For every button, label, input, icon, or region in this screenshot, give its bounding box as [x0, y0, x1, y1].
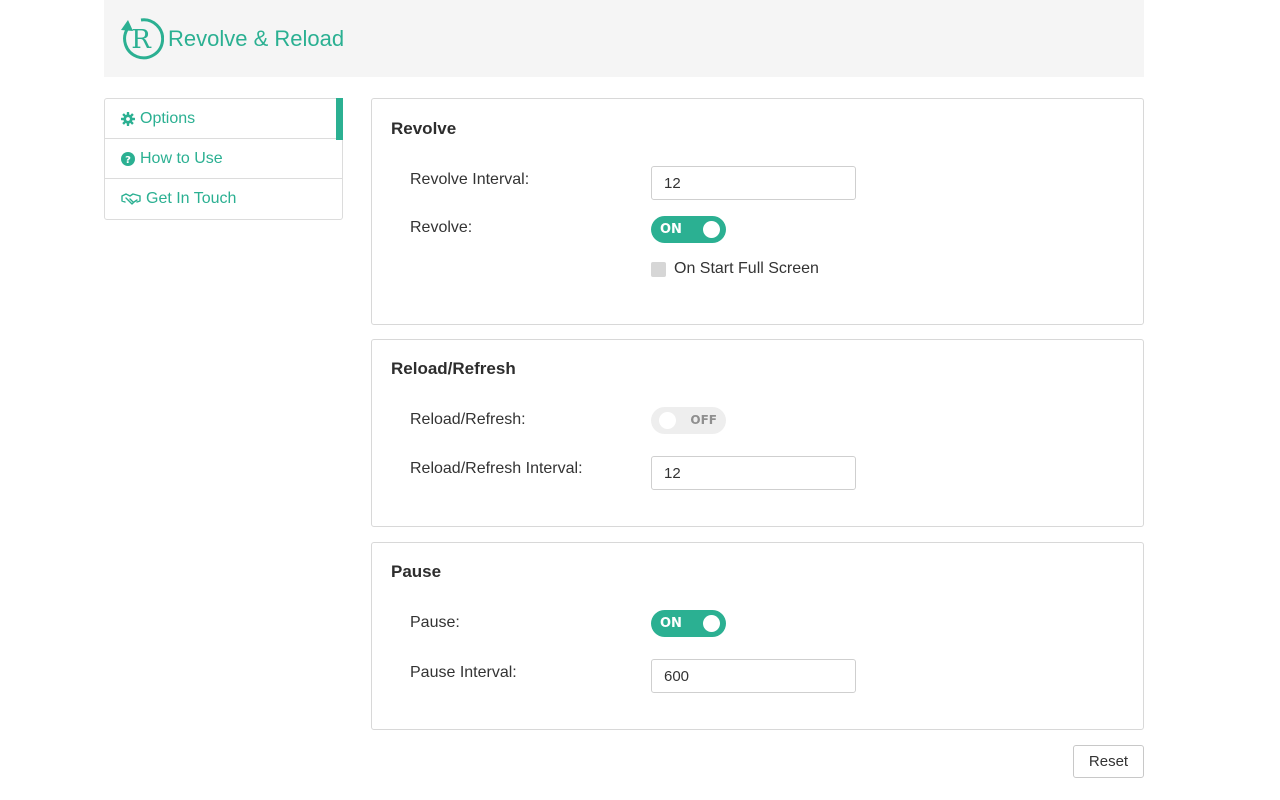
reload-interval-label: Reload/Refresh Interval: — [410, 460, 583, 477]
toggle-knob — [703, 221, 720, 238]
reset-button[interactable]: Reset — [1073, 745, 1144, 778]
toggle-state-label: ON — [660, 616, 682, 631]
logo-letter: R — [131, 25, 152, 55]
gear-icon — [121, 111, 135, 126]
sidebar-item-label: Options — [140, 109, 196, 127]
sidebar-item-label: Get In Touch — [146, 190, 237, 207]
revolve-toggle-label: Revolve: — [410, 219, 473, 236]
app-header: R Revolve & Reload — [104, 0, 1144, 77]
pause-panel: Pause Pause: ON Pause Interval: — [371, 542, 1144, 730]
reload-panel: Reload/Refresh Reload/Refresh: OFF Reloa… — [371, 339, 1144, 527]
app-title: Revolve & Reload — [168, 25, 345, 51]
fullscreen-label: On Start Full Screen — [674, 260, 819, 277]
sidebar-item-get-in-touch[interactable]: Get In Touch — [105, 179, 342, 219]
reload-interval-input[interactable] — [651, 456, 856, 490]
toggle-state-label: ON — [660, 222, 682, 237]
sidebar-item-label: How to Use — [140, 149, 223, 167]
sidebar-nav: Options ? How to Use Get In Touch — [104, 98, 343, 220]
toggle-knob — [659, 412, 676, 429]
sidebar-item-how-to-use[interactable]: ? How to Use — [105, 139, 342, 179]
revolve-panel: Revolve Revolve Interval: Revolve: ON On… — [371, 98, 1144, 325]
sidebar-item-options[interactable]: Options — [105, 98, 343, 140]
revolve-interval-input[interactable] — [651, 166, 856, 200]
reload-toggle-label: Reload/Refresh: — [410, 411, 526, 428]
revolve-toggle[interactable]: ON — [651, 216, 726, 243]
revolve-interval-label: Revolve Interval: — [410, 171, 530, 188]
svg-text:?: ? — [125, 155, 131, 166]
fullscreen-checkbox-row: On Start Full Screen — [651, 260, 819, 278]
fullscreen-checkbox[interactable] — [651, 261, 666, 277]
logo-icon: R — [118, 16, 165, 62]
pause-toggle-label: Pause: — [410, 614, 460, 631]
reload-title: Reload/Refresh — [391, 359, 516, 378]
pause-interval-label: Pause Interval: — [410, 664, 517, 681]
reload-toggle[interactable]: OFF — [651, 407, 726, 434]
pause-title: Pause — [391, 562, 442, 581]
toggle-knob — [703, 615, 720, 632]
pause-toggle[interactable]: ON — [651, 610, 726, 637]
revolve-title: Revolve — [391, 119, 457, 138]
pause-interval-input[interactable] — [651, 659, 856, 693]
question-circle-icon: ? — [121, 151, 135, 166]
toggle-state-label: OFF — [690, 413, 717, 427]
handshake-icon — [121, 192, 141, 206]
